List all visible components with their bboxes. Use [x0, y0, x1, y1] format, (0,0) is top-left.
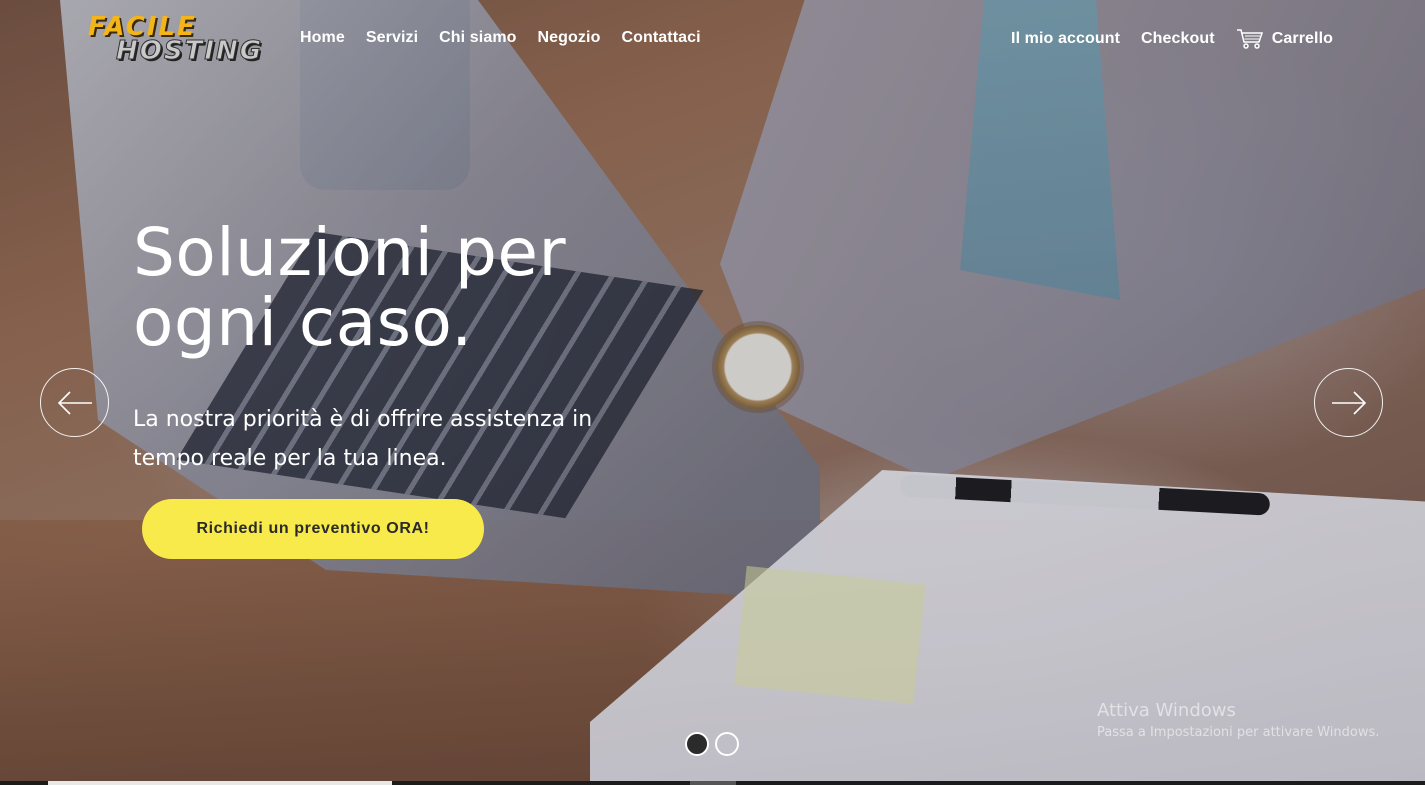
nav-cart-label: Carrello	[1271, 30, 1333, 47]
bottom-strip	[0, 781, 1425, 785]
nav-my-account[interactable]: Il mio account	[1011, 28, 1120, 50]
hero-subtext: La nostra priorità è di offrire assisten…	[133, 407, 593, 471]
nav-home[interactable]: Home	[300, 28, 345, 48]
slider-dots	[685, 732, 745, 756]
watermark-title: Attiva Windows	[1097, 700, 1236, 721]
watermark-subtitle: Passa a Impostazioni per attivare Window…	[1097, 725, 1380, 740]
bottom-strip-segment	[690, 781, 736, 785]
bottom-strip-segment	[48, 781, 392, 785]
nav-cart[interactable]: Carrello	[1236, 28, 1333, 50]
account-nav: Il mio account Checkout Carrello	[1011, 28, 1333, 50]
main-nav: Home Servizi Chi siamo Negozio Contattac…	[300, 28, 722, 48]
nav-negozio[interactable]: Negozio	[538, 28, 601, 48]
nav-checkout[interactable]: Checkout	[1141, 28, 1215, 50]
nav-contattaci[interactable]: Contattaci	[621, 28, 700, 48]
site-logo[interactable]: FACILE HOSTING	[88, 12, 264, 67]
hero-headline: Soluzioni per ogni caso.	[133, 214, 567, 361]
logo-line-2: HOSTING	[115, 36, 264, 67]
arrow-right-icon	[1331, 390, 1366, 415]
slider-next-button[interactable]	[1314, 368, 1383, 437]
hero-background	[0, 0, 1425, 785]
slider-dot-2[interactable]	[715, 732, 739, 756]
windows-activation-watermark: Attiva Windows Passa a Impostazioni per …	[1097, 700, 1379, 744]
cart-icon	[1236, 29, 1263, 49]
nav-servizi[interactable]: Servizi	[366, 28, 418, 48]
nav-chi-siamo[interactable]: Chi siamo	[439, 28, 516, 48]
hero-overlay	[0, 0, 1425, 785]
quote-request-button[interactable]: Richiedi un preventivo ORA!	[142, 499, 484, 559]
slider-dot-1[interactable]	[685, 732, 709, 756]
slider-prev-button[interactable]	[40, 368, 109, 437]
arrow-left-icon	[57, 390, 92, 415]
